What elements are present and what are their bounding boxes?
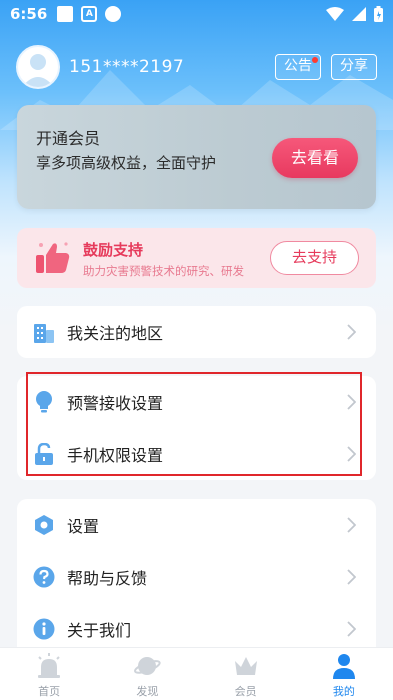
notification-a-icon: A xyxy=(81,6,98,22)
wifi-icon xyxy=(326,7,344,21)
notification-circle-icon xyxy=(105,6,122,22)
general-card: 设置 帮助与反馈 关于我们 xyxy=(17,499,376,659)
notification-square-icon xyxy=(57,6,74,22)
membership-title: 开通会员 xyxy=(36,129,101,148)
menu-item-help[interactable]: 帮助与反馈 xyxy=(17,551,376,603)
tab-home[interactable]: 首页 xyxy=(0,648,98,700)
menu-item-regions[interactable]: 我关注的地区 xyxy=(17,306,376,358)
share-button[interactable]: 分享 xyxy=(331,54,377,80)
battery-icon xyxy=(374,6,383,22)
menu-label-settings: 设置 xyxy=(67,517,100,536)
tab-membership[interactable]: 会员 xyxy=(197,648,295,700)
person-icon xyxy=(332,654,355,679)
support-title: 鼓励支持 xyxy=(83,241,144,259)
status-time: 6:56 xyxy=(10,5,48,23)
bottom-tab-bar: 首页 发现 会员 我的 xyxy=(0,647,393,700)
membership-card[interactable]: 开通会员 享多项高级权益，全面守护 去看看 xyxy=(17,105,376,209)
help-question-icon xyxy=(33,566,55,588)
signal-icon xyxy=(352,7,366,21)
membership-subtitle: 享多项高级权益，全面守护 xyxy=(36,154,217,172)
support-card[interactable]: 鼓励支持 助力灾害预警技术的研究、研发 去支持 xyxy=(17,228,376,288)
status-bar: 6:56 A xyxy=(0,0,393,28)
notice-button-label: 公告 xyxy=(284,58,312,74)
highlight-box xyxy=(26,372,362,476)
tab-mine[interactable]: 我的 xyxy=(295,648,393,700)
settings-hexagon-icon xyxy=(33,514,55,536)
menu-label-help: 帮助与反馈 xyxy=(67,569,148,588)
user-phone[interactable]: 151****2197 xyxy=(69,57,184,77)
planet-icon xyxy=(134,657,162,675)
chevron-right-icon xyxy=(347,517,356,533)
notice-button[interactable]: 公告 xyxy=(275,54,321,80)
share-button-label: 分享 xyxy=(340,58,368,74)
chevron-right-icon xyxy=(347,324,356,340)
tab-label: 会员 xyxy=(234,685,257,698)
support-button[interactable]: 去支持 xyxy=(270,241,359,275)
home-alarm-icon xyxy=(38,653,61,678)
tab-label: 首页 xyxy=(38,685,61,698)
tab-label: 我的 xyxy=(332,685,355,698)
menu-label-regions: 我关注的地区 xyxy=(67,324,164,343)
tab-discover[interactable]: 发现 xyxy=(98,648,196,700)
chevron-right-icon xyxy=(347,621,356,637)
avatar-person-icon xyxy=(22,54,54,87)
support-subtitle: 助力灾害预警技术的研究、研发 xyxy=(83,264,244,278)
menu-item-settings[interactable]: 设置 xyxy=(17,499,376,551)
avatar[interactable] xyxy=(16,45,60,89)
tab-label: 发现 xyxy=(136,685,159,698)
unread-dot xyxy=(312,57,318,63)
thumbs-up-icon xyxy=(36,242,70,273)
chevron-right-icon xyxy=(347,569,356,585)
menu-label-about: 关于我们 xyxy=(67,621,132,640)
info-icon xyxy=(33,618,55,640)
regions-card: 我关注的地区 xyxy=(17,306,376,358)
crown-icon xyxy=(234,657,257,675)
view-membership-button[interactable]: 去看看 xyxy=(272,138,358,178)
profile-header: 151****2197 公告 分享 xyxy=(16,44,377,90)
building-icon xyxy=(33,321,55,343)
